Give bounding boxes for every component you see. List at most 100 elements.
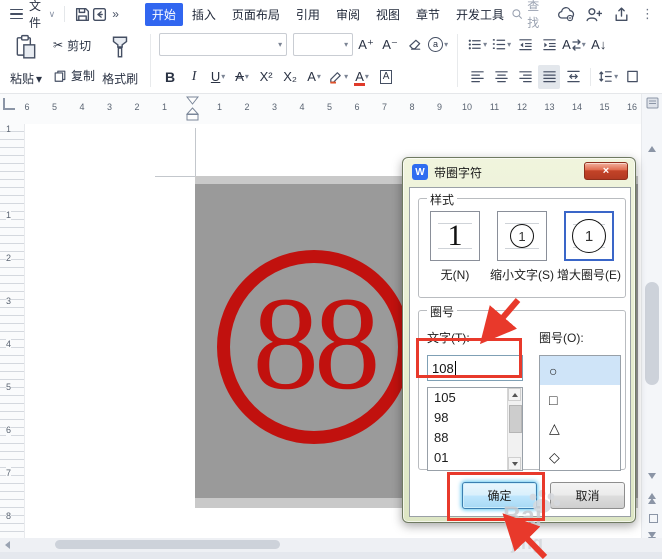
superscript-button[interactable]: X²	[255, 65, 277, 89]
share-button[interactable]	[611, 3, 631, 25]
save-button[interactable]	[74, 3, 91, 25]
character-scale-button[interactable]: A ▾	[562, 33, 586, 57]
tab-1[interactable]: 开始	[145, 3, 183, 26]
character-border-button[interactable]: A	[375, 65, 397, 89]
bold-button[interactable]: B	[159, 65, 181, 89]
clear-format-button[interactable]	[403, 33, 425, 57]
paste-button[interactable]: 粘贴▾	[6, 30, 46, 91]
tab-strip: 开始插入页面布局引用审阅视图章节开发工具	[145, 3, 511, 26]
cut-button[interactable]: ✂ 剪切	[50, 35, 98, 56]
dialog-close-button[interactable]: ×	[584, 162, 628, 180]
highlight-color-button[interactable]: ▾	[327, 65, 349, 89]
list-scrollbar[interactable]	[507, 388, 522, 470]
style-option-1[interactable]: 1无(N)	[423, 211, 487, 283]
list-scroll-thumb[interactable]	[509, 405, 522, 433]
enclose-character-button[interactable]: a ▾	[427, 33, 449, 57]
cancel-button[interactable]: 取消	[550, 482, 625, 509]
sort-button[interactable]: A↓	[588, 33, 610, 57]
circle-text-input[interactable]: 108	[427, 355, 523, 381]
indent-markers[interactable]	[186, 96, 199, 122]
strikethrough-button[interactable]: A▾	[231, 65, 253, 89]
dialog-title: 带圈字符	[434, 164, 482, 181]
margin-crop-mark	[195, 128, 196, 176]
file-menu-button[interactable]: 文件 ∨	[29, 0, 55, 31]
font-color-icon: A	[355, 70, 364, 83]
style-option-2[interactable]: 1缩小文字(S)	[490, 211, 554, 283]
list-scroll-up-button[interactable]	[508, 388, 521, 401]
chevron-down-icon: ∨	[49, 9, 56, 20]
tab-4[interactable]: 引用	[289, 3, 327, 26]
dialog-title-bar[interactable]: W 带圈字符 ×	[403, 158, 635, 186]
copy-button[interactable]: 复制	[50, 65, 98, 86]
tab-5[interactable]: 审阅	[329, 3, 367, 26]
shape-option[interactable]: ◇	[540, 443, 620, 471]
tab-8[interactable]: 开发工具	[449, 3, 511, 26]
select-browse-object-icon[interactable]	[649, 514, 658, 523]
scroll-up-arrow[interactable]	[648, 146, 656, 152]
vertical-scrollbar[interactable]	[641, 94, 662, 552]
export-button[interactable]	[91, 3, 108, 25]
decrease-indent-button[interactable]	[514, 33, 536, 57]
bullet-list-button[interactable]: ▾	[466, 33, 488, 57]
font-color-button[interactable]: A ▾	[351, 65, 373, 89]
shape-option[interactable]: ○	[540, 356, 620, 385]
tab-selector[interactable]	[3, 98, 15, 110]
close-icon: ×	[603, 165, 609, 177]
text-effect-button[interactable]: A▾	[303, 65, 325, 89]
style-option-label: 增大圈号(E)	[557, 266, 621, 283]
increase-indent-button[interactable]	[538, 33, 560, 57]
quickbar-more-button[interactable]: »	[112, 7, 119, 21]
tab-3[interactable]: 页面布局	[225, 3, 287, 26]
scissors-icon: ✂	[53, 38, 63, 52]
ruler-horizontal[interactable]: 65432112345678910111213141516	[0, 94, 662, 125]
shading-icon	[625, 69, 640, 84]
ruler-toggle-icon[interactable]	[646, 97, 659, 109]
text-options-list[interactable]: 105988801	[427, 387, 523, 471]
align-right-button[interactable]	[514, 65, 536, 89]
ruler-vertical[interactable]: 112345678	[0, 124, 25, 538]
line-spacing-button[interactable]: ▾	[597, 65, 619, 89]
format-painter-label: 格式刷	[102, 70, 138, 87]
save-icon	[74, 6, 91, 23]
cloud-sync-button[interactable]	[556, 3, 576, 25]
circle-shape-list[interactable]: ○□△◇	[539, 355, 621, 471]
tab-2[interactable]: 插入	[185, 3, 223, 26]
justify-button[interactable]	[538, 65, 560, 89]
brush-icon	[108, 34, 132, 60]
numbered-list-button[interactable]: ▾	[490, 33, 512, 57]
align-left-button[interactable]	[466, 65, 488, 89]
circle-groupbox: 圈号 文字(T): 108 105988801 圈号(O): ○□△◇	[418, 310, 626, 470]
font-size-combobox[interactable]: ▾	[293, 33, 353, 56]
distribute-button[interactable]	[562, 65, 584, 89]
scroll-down-arrow[interactable]	[648, 473, 656, 479]
copy-icon	[53, 69, 67, 83]
horizontal-scrollbar[interactable]	[0, 538, 662, 552]
character-border-icon: A	[380, 70, 393, 84]
paragraph-more-button[interactable]	[621, 65, 643, 89]
hamburger-menu-icon[interactable]	[10, 9, 23, 20]
scroll-left-arrow[interactable]	[5, 541, 10, 549]
format-painter-button[interactable]: 格式刷	[98, 30, 142, 91]
shape-option[interactable]: □	[540, 385, 620, 414]
more-menu-button[interactable]: ⋮	[639, 6, 656, 22]
previous-page-icon2[interactable]	[648, 498, 656, 504]
ok-button[interactable]: 确定	[462, 482, 537, 509]
italic-button[interactable]: I	[183, 65, 205, 89]
increase-font-button[interactable]: A⁺	[355, 33, 377, 57]
align-center-button[interactable]	[490, 65, 512, 89]
add-user-button[interactable]	[584, 3, 604, 25]
find-button[interactable]: 查找	[511, 0, 548, 31]
menu-bar-right: 查找	[511, 0, 662, 31]
list-scroll-down-button[interactable]	[508, 457, 521, 470]
vertical-scroll-thumb[interactable]	[645, 282, 659, 385]
style-option-3[interactable]: 1增大圈号(E)	[557, 211, 621, 283]
search-icon	[511, 7, 523, 21]
underline-button[interactable]: U▾	[207, 65, 229, 89]
font-family-combobox[interactable]: ▾	[159, 33, 287, 56]
decrease-font-button[interactable]: A⁻	[379, 33, 401, 57]
tab-7[interactable]: 章节	[409, 3, 447, 26]
tab-6[interactable]: 视图	[369, 3, 407, 26]
shape-option[interactable]: △	[540, 414, 620, 443]
subscript-button[interactable]: X₂	[279, 65, 301, 89]
horizontal-scroll-thumb[interactable]	[55, 540, 280, 549]
